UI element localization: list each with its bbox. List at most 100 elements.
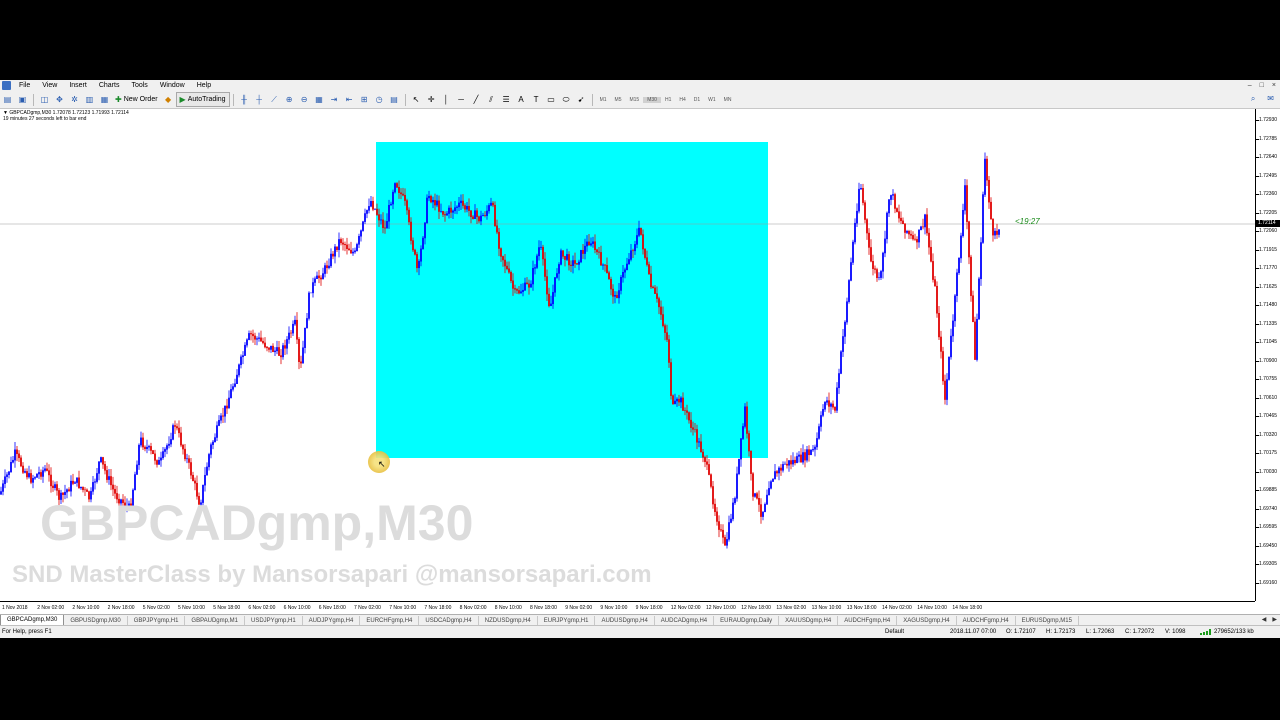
fibonacci-icon[interactable]: ☰ [501, 94, 512, 105]
chart-tab[interactable]: AUDUSDgmp,H4 [595, 615, 655, 626]
chart-tab[interactable]: USDCADgmp,H4 [419, 615, 479, 626]
timeframe-w1[interactable]: W1 [704, 97, 720, 103]
bar-chart-icon[interactable]: ╫ [239, 94, 250, 105]
chart-tab[interactable]: NZDUSDgmp,H4 [479, 615, 538, 626]
profiles-icon[interactable]: ▣ [17, 94, 28, 105]
chart-tab[interactable]: AUDJPYgmp,H4 [303, 615, 361, 626]
timeframe-m5[interactable]: M5 [611, 97, 626, 103]
time-label: 14 Nov 18:00 [952, 605, 983, 611]
ellipse-icon[interactable]: ⬭ [561, 94, 572, 105]
close-button[interactable]: × [1272, 80, 1276, 91]
scroll-left-icon[interactable]: ◀ [1262, 616, 1267, 623]
new-order-icon: ✚ [115, 95, 122, 104]
menu-tools[interactable]: Tools [125, 80, 153, 91]
price-label: 1.71770 [1259, 265, 1278, 271]
text-icon[interactable]: A [516, 94, 527, 105]
line-chart-icon[interactable]: ⟋ [269, 94, 280, 105]
search-icon[interactable]: ⌕ [1251, 94, 1255, 104]
new-chart-icon[interactable]: ▤ [2, 94, 13, 105]
menu-window[interactable]: Window [154, 80, 191, 91]
auto-scroll-icon[interactable]: ⇥ [329, 94, 340, 105]
toolbar-divider [404, 93, 406, 106]
chart-tab[interactable]: EURAUDgmp,Daily [714, 615, 780, 626]
trendline-icon[interactable]: ╱ [471, 94, 482, 105]
data-window-icon[interactable]: ✥ [54, 94, 65, 105]
chart-tab[interactable]: EURJPYgmp,H1 [538, 615, 596, 626]
autotrading-icon: ▶ [179, 95, 186, 104]
autotrading-label: AutoTrading [187, 96, 226, 103]
crosshair-icon[interactable]: ✛ [426, 94, 437, 105]
chart-tab[interactable]: AUDCADgmp,H4 [655, 615, 715, 626]
chart-info: ▼ GBPCADgmp,M30 1.72078 1.72123 1.71993 … [3, 110, 129, 122]
chart-tab[interactable]: USDJPYgmp,H1 [245, 615, 303, 626]
chart-tab[interactable]: GBPJPYgmp,H1 [128, 615, 186, 626]
chart-tab[interactable]: EURCHFgmp,H4 [360, 615, 420, 626]
navigator-icon[interactable]: ✲ [69, 94, 80, 105]
candlestick-icon[interactable]: ┼ [254, 94, 265, 105]
scroll-right-icon[interactable]: ▶ [1272, 616, 1277, 623]
timeframe-d1[interactable]: D1 [690, 97, 704, 103]
status-open: O: 1.72107 [1006, 629, 1036, 635]
timeframe-h4[interactable]: H4 [675, 97, 689, 103]
tester-icon[interactable]: ▦ [99, 94, 110, 105]
terminal-icon[interactable]: ▥ [84, 94, 95, 105]
price-label: 1.69595 [1259, 524, 1278, 530]
time-label: 9 Nov 02:00 [565, 605, 593, 611]
status-low: L: 1.72063 [1086, 629, 1115, 635]
timeframe-h1[interactable]: H1 [661, 97, 675, 103]
templates-icon[interactable]: ▤ [389, 94, 400, 105]
price-label: 1.70900 [1259, 357, 1278, 364]
time-label: 2 Nov 02:00 [37, 605, 65, 611]
autotrading-button[interactable]: ▶ AutoTrading [175, 92, 230, 107]
status-profile: Default [885, 629, 905, 635]
arrows-icon[interactable]: ➹ [576, 94, 587, 105]
text-label-icon[interactable]: T [531, 94, 542, 105]
chart-tab[interactable]: AUDCHFgmp,H4 [957, 615, 1016, 626]
menu-insert[interactable]: Insert [63, 80, 93, 91]
chart-tab[interactable]: GBPAUDgmp,M1 [185, 615, 245, 626]
vertical-line-icon[interactable]: │ [441, 94, 452, 105]
new-order-button[interactable]: ✚ New Order [112, 93, 161, 106]
chart-tab[interactable]: GBPUSDgmp,M30 [64, 615, 128, 626]
price-scale[interactable]: 1.72930 1.72785 1.72640 1.72495 1.72360 1.722… [1255, 109, 1280, 601]
time-label: 5 Nov 18:00 [213, 605, 241, 611]
timeframe-m1[interactable]: M1 [596, 97, 611, 103]
metaeditor-icon[interactable]: ◆ [163, 94, 174, 105]
zoom-in-icon[interactable]: ⊕ [284, 94, 295, 105]
timeframe-mn[interactable]: MN [720, 97, 736, 103]
time-label: 9 Nov 18:00 [635, 605, 663, 611]
market-watch-icon[interactable]: ◫ [39, 94, 50, 105]
periods-icon[interactable]: ◷ [374, 94, 385, 105]
window-controls: – □ × [1248, 80, 1276, 91]
chart-tab[interactable]: EURUSDgmp,M15 [1016, 615, 1079, 626]
chart-tab[interactable]: AUDCHFgmp,H4 [838, 615, 898, 626]
timeframe-m15[interactable]: M15 [625, 97, 643, 103]
time-label: 6 Nov 10:00 [283, 605, 311, 611]
time-label: 8 Nov 10:00 [494, 605, 522, 611]
tile-windows-icon[interactable]: ▦ [314, 94, 325, 105]
menu-help[interactable]: Help [191, 80, 217, 91]
toolbar: ▤ ▣ ◫ ✥ ✲ ▥ ▦ ✚ New Order ◆ ▶ AutoTradin… [0, 91, 1280, 109]
tab-scroll-controls: ◀ ▶ [1262, 616, 1277, 623]
equidistant-channel-icon[interactable]: ⫽ [486, 94, 497, 105]
chart-tab[interactable]: XAGUSDgmp,H4 [897, 615, 957, 626]
maximize-button[interactable]: □ [1260, 80, 1264, 91]
menu-charts[interactable]: Charts [93, 80, 126, 91]
cursor-icon[interactable]: ↖ [411, 94, 422, 105]
horizontal-line-icon[interactable]: ─ [456, 94, 467, 105]
chat-icon[interactable]: ✉ [1267, 94, 1274, 104]
chart-shift-icon[interactable]: ⇤ [344, 94, 355, 105]
timeframe-m30[interactable]: M30 [643, 96, 661, 103]
supply-zone-rectangle[interactable] [376, 142, 768, 458]
chart-window[interactable]: GBPCADgmp,M30 SND MasterClass by Mansors… [0, 109, 1280, 615]
zoom-out-icon[interactable]: ⊖ [299, 94, 310, 105]
indicators-icon[interactable]: ⊞ [359, 94, 370, 105]
rectangle-icon[interactable]: ▭ [546, 94, 557, 105]
menu-file[interactable]: File [13, 80, 36, 91]
time-label: 8 Nov 02:00 [459, 605, 487, 611]
menu-view[interactable]: View [36, 80, 63, 91]
time-label: 6 Nov 18:00 [318, 605, 346, 611]
chart-tab[interactable]: XAUUSDgmp,H4 [779, 615, 839, 626]
minimize-button[interactable]: – [1248, 80, 1252, 91]
time-scale[interactable]: 1 Nov 2018 2 Nov 02:00 2 Nov 10:00 2 Nov 18… [0, 601, 1255, 615]
